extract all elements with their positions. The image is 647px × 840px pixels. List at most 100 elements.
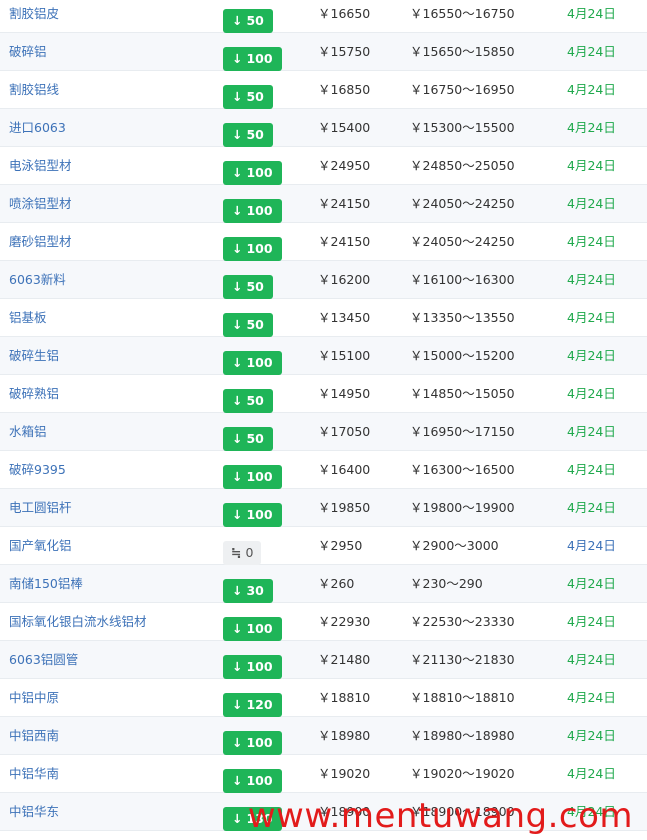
price-table: 割胶铝皮 ↓ 50 ￥16650 ￥16550～16750 4月24日 破碎铝 ↓ 100 ￥15… xyxy=(0,0,647,831)
table-row: 割胶铝皮 ↓ 50 ￥16650 ￥16550～16750 4月24日 xyxy=(0,0,647,33)
average-price: ￥15750 xyxy=(318,44,371,59)
change-value: 100 xyxy=(246,165,273,180)
product-name-link[interactable]: 割胶铝线 xyxy=(9,71,59,109)
quote-date: 4月24日 xyxy=(567,158,616,173)
down-arrow-icon: ↓ xyxy=(232,165,243,180)
change-cell: ↓ 100 xyxy=(223,610,282,641)
product-name-link[interactable]: 6063新料 xyxy=(9,261,66,299)
down-change-badge: ↓ 50 xyxy=(223,427,273,451)
quote-date: 4月24日 xyxy=(567,44,616,59)
product-name-link[interactable]: 破碎生铝 xyxy=(9,337,59,375)
average-price: ￥2950 xyxy=(318,538,363,553)
product-name-link[interactable]: 铝基板 xyxy=(9,299,47,337)
product-name-link[interactable]: 磨砂铝型材 xyxy=(9,223,72,261)
change-cell: ↓ 100 xyxy=(223,230,282,261)
product-name-link[interactable]: 电泳铝型材 xyxy=(9,147,72,185)
down-change-badge: ↓ 50 xyxy=(223,9,273,33)
price-range: ￥22530～23330 xyxy=(410,614,515,629)
price-range: ￥15000～15200 xyxy=(410,348,515,363)
price-range: ￥24050～24250 xyxy=(410,196,515,211)
change-cell: ↓ 100 xyxy=(223,724,282,755)
down-change-badge: ↓ 100 xyxy=(223,199,282,223)
change-value: 100 xyxy=(246,773,273,788)
average-price: ￥16200 xyxy=(318,272,371,287)
change-cell: ↓ 120 xyxy=(223,686,282,717)
quote-date: 4月24日 xyxy=(567,424,616,439)
price-range: ￥24850～25050 xyxy=(410,158,515,173)
down-arrow-icon: ↓ xyxy=(232,431,243,446)
down-arrow-icon: ↓ xyxy=(232,469,243,484)
product-name-link[interactable]: 中铝华南 xyxy=(9,755,59,793)
product-name-link[interactable]: 进口6063 xyxy=(9,109,66,147)
average-price: ￥17050 xyxy=(318,424,371,439)
change-value: 100 xyxy=(246,203,273,218)
down-change-badge: ↓ 100 xyxy=(223,769,282,793)
product-name-link[interactable]: 中铝西南 xyxy=(9,717,59,755)
down-change-badge: ↓ 50 xyxy=(223,85,273,109)
price-range: ￥15650～15850 xyxy=(410,44,515,59)
product-name-link[interactable]: 割胶铝皮 xyxy=(9,0,59,33)
change-value: 100 xyxy=(246,469,273,484)
change-cell: ↓ 50 xyxy=(223,420,273,451)
product-name-link[interactable]: 喷涂铝型材 xyxy=(9,185,72,223)
down-change-badge: ↓ 100 xyxy=(223,47,282,71)
quote-date: 4月24日 xyxy=(567,690,616,705)
average-price: ￥18900 xyxy=(318,804,371,819)
change-value: 50 xyxy=(246,89,264,104)
change-cell: ↓ 100 xyxy=(223,648,282,679)
table-row: 6063铝圆管 ↓ 100 ￥21480 ￥21130～21830 4月24日 xyxy=(0,641,647,679)
table-row: 进口6063 ↓ 50 ￥15400 ￥15300～15500 4月24日 xyxy=(0,109,647,147)
table-row: 磨砂铝型材 ↓ 100 ￥24150 ￥24050～24250 4月24日 xyxy=(0,223,647,261)
change-value: 100 xyxy=(246,735,273,750)
flat-approx-icon: ≒ xyxy=(231,545,242,560)
down-arrow-icon: ↓ xyxy=(232,13,243,28)
down-change-badge: ↓ 100 xyxy=(223,161,282,185)
average-price: ￥24150 xyxy=(318,234,371,249)
average-price: ￥24950 xyxy=(318,158,371,173)
quote-date: 4月24日 xyxy=(567,576,616,591)
change-value: 0 xyxy=(245,545,254,560)
average-price: ￥15400 xyxy=(318,120,371,135)
product-name-link[interactable]: 水箱铝 xyxy=(9,413,47,451)
down-arrow-icon: ↓ xyxy=(232,735,243,750)
product-name-link[interactable]: 电工圆铝杆 xyxy=(9,489,72,527)
product-name-link[interactable]: 中铝华东 xyxy=(9,793,59,831)
product-name-link[interactable]: 6063铝圆管 xyxy=(9,641,78,679)
product-name-link[interactable]: 破碎铝 xyxy=(9,33,47,71)
price-range: ￥19800～19900 xyxy=(410,500,515,515)
product-name-link[interactable]: 破碎熟铝 xyxy=(9,375,59,413)
table-row: 国标氧化银白流水线铝材 ↓ 100 ￥22930 ￥22530～23330 4月24日 xyxy=(0,603,647,641)
product-name-link[interactable]: 南储150铝棒 xyxy=(9,565,83,603)
down-change-badge: ↓ 100 xyxy=(223,655,282,679)
change-value: 50 xyxy=(246,127,264,142)
average-price: ￥19850 xyxy=(318,500,371,515)
down-arrow-icon: ↓ xyxy=(232,583,243,598)
down-arrow-icon: ↓ xyxy=(232,811,243,826)
change-cell: ↓ 100 xyxy=(223,40,282,71)
down-arrow-icon: ↓ xyxy=(232,127,243,142)
price-range: ￥24050～24250 xyxy=(410,234,515,249)
table-row: 中铝西南 ↓ 100 ￥18980 ￥18980～18980 4月24日 xyxy=(0,717,647,755)
quote-date: 4月24日 xyxy=(567,82,616,97)
price-range: ￥19020～19020 xyxy=(410,766,515,781)
down-change-badge: ↓ 50 xyxy=(223,313,273,337)
change-cell: ↓ 50 xyxy=(223,116,273,147)
flat-change-badge: ≒ 0 xyxy=(223,541,262,565)
product-name-link[interactable]: 中铝中原 xyxy=(9,679,59,717)
quote-date: 4月24日 xyxy=(567,348,616,363)
down-arrow-icon: ↓ xyxy=(232,773,243,788)
change-cell: ↓ 130 xyxy=(223,800,282,831)
average-price: ￥260 xyxy=(318,576,355,591)
product-name-link[interactable]: 国标氧化银白流水线铝材 xyxy=(9,603,147,641)
product-name-link[interactable]: 破碎9395 xyxy=(9,451,66,489)
product-name-link[interactable]: 国产氧化铝 xyxy=(9,527,72,565)
table-row: 破碎9395 ↓ 100 ￥16400 ￥16300～16500 4月24日 xyxy=(0,451,647,489)
change-value: 100 xyxy=(246,355,273,370)
change-value: 50 xyxy=(246,393,264,408)
change-value: 120 xyxy=(246,697,273,712)
price-range: ￥13350～13550 xyxy=(410,310,515,325)
average-price: ￥16850 xyxy=(318,82,371,97)
quote-date: 4月24日 xyxy=(567,234,616,249)
change-value: 100 xyxy=(246,51,273,66)
price-range: ￥21130～21830 xyxy=(410,652,515,667)
